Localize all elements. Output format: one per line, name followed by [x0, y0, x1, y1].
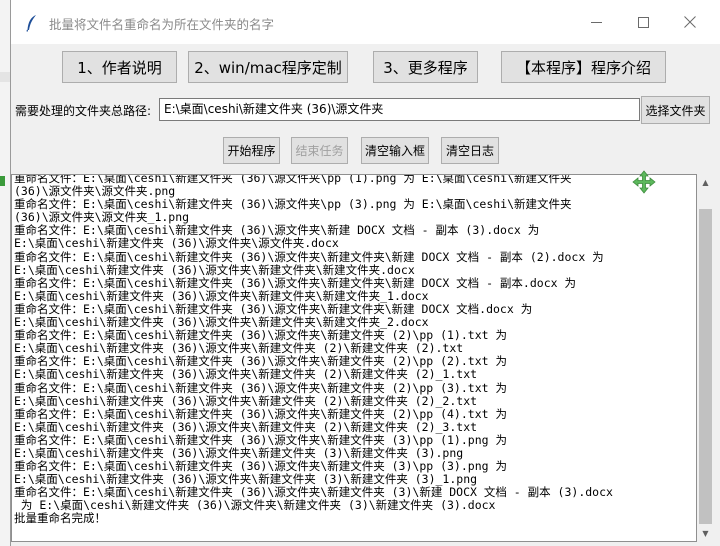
scroll-down-icon[interactable]: ▼ [697, 525, 714, 542]
log-textbox[interactable]: 重命名文件：E:\桌面\ceshi\新建文件夹 (36)\源文件夹\pp (1)… [11, 174, 697, 542]
path-label: 需要处理的文件夹总路径: [15, 104, 152, 118]
clear-log-button[interactable]: 清空日志 [441, 137, 499, 164]
log-line: E:\桌面\ceshi\新建文件夹 (36)\源文件夹\新建文件夹 (2)\新建… [14, 393, 478, 408]
title-bar[interactable]: 批量将文件名重命名为所在文件夹的名字 [11, 0, 720, 44]
desktop-fragment [0, 176, 5, 186]
maximize-button[interactable] [620, 0, 666, 44]
maximize-icon [637, 16, 649, 28]
feather-icon [26, 15, 36, 32]
log-line: E:\桌面\ceshi\新建文件夹 (36)\源文件夹\源文件夹.docx [14, 236, 339, 251]
custom-program-button[interactable]: 2、win/mac程序定制 [188, 51, 348, 83]
log-line: 重命名文件：E:\桌面\ceshi\新建文件夹 (36)\源文件夹\新建文件夹\… [14, 275, 576, 290]
stop-task-button[interactable]: 结束任务 [291, 137, 348, 164]
log-line: 批量重命名完成！ [14, 511, 106, 526]
log-scrollbar[interactable]: ▲ ▼ [697, 174, 714, 542]
author-info-button[interactable]: 1、作者说明 [62, 51, 177, 83]
close-button[interactable] [667, 0, 713, 44]
log-line: E:\桌面\ceshi\新建文件夹 (36)\源文件夹\新建文件夹 (2)\新建… [14, 419, 478, 434]
log-line: E:\桌面\ceshi\新建文件夹 (36)\源文件夹\新建文件夹 (2)\新建… [14, 367, 478, 382]
log-line: 重命名文件：E:\桌面\ceshi\新建文件夹 (36)\源文件夹\新建文件夹 … [14, 406, 507, 421]
minimize-button[interactable] [573, 0, 619, 44]
log-line: E:\桌面\ceshi\新建文件夹 (36)\源文件夹\新建文件夹\新建文件夹.… [14, 262, 415, 277]
program-intro-button[interactable]: 【本程序】程序介绍 [501, 51, 666, 83]
move-cursor-icon [632, 170, 656, 194]
log-lines: 重命名文件：E:\桌面\ceshi\新建文件夹 (36)\源文件夹\pp (1)… [14, 175, 613, 526]
scroll-up-icon[interactable]: ▲ [697, 174, 714, 191]
scrollbar-thumb[interactable] [699, 209, 712, 524]
log-line: 重命名文件：E:\桌面\ceshi\新建文件夹 (36)\源文件夹\新建文件夹\… [14, 249, 604, 264]
log-line: E:\桌面\ceshi\新建文件夹 (36)\源文件夹\新建文件夹\新建文件夹_… [14, 288, 429, 303]
minimize-icon [590, 21, 602, 23]
log-line: 重命名文件：E:\桌面\ceshi\新建文件夹 (36)\源文件夹\新建文件夹 … [14, 380, 507, 395]
window-title: 批量将文件名重命名为所在文件夹的名字 [49, 17, 275, 32]
choose-folder-button[interactable]: 选择文件夹 [641, 96, 710, 124]
start-button[interactable]: 开始程序 [223, 137, 280, 164]
folder-path-input[interactable]: E:\桌面\ceshi\新建文件夹 (36)\源文件夹 [159, 98, 640, 121]
clear-input-button[interactable]: 清空输入框 [361, 137, 429, 164]
desktop-fragment [0, 72, 10, 82]
app-window: 批量将文件名重命名为所在文件夹的名字 1、作者说明 2、win/mac程序定制 … [10, 0, 720, 546]
more-programs-button[interactable]: 3、更多程序 [373, 51, 478, 83]
log-line: 重命名文件：E:\桌面\ceshi\新建文件夹 (36)\源文件夹\新建文件夹 … [14, 432, 507, 447]
close-icon [684, 16, 696, 28]
